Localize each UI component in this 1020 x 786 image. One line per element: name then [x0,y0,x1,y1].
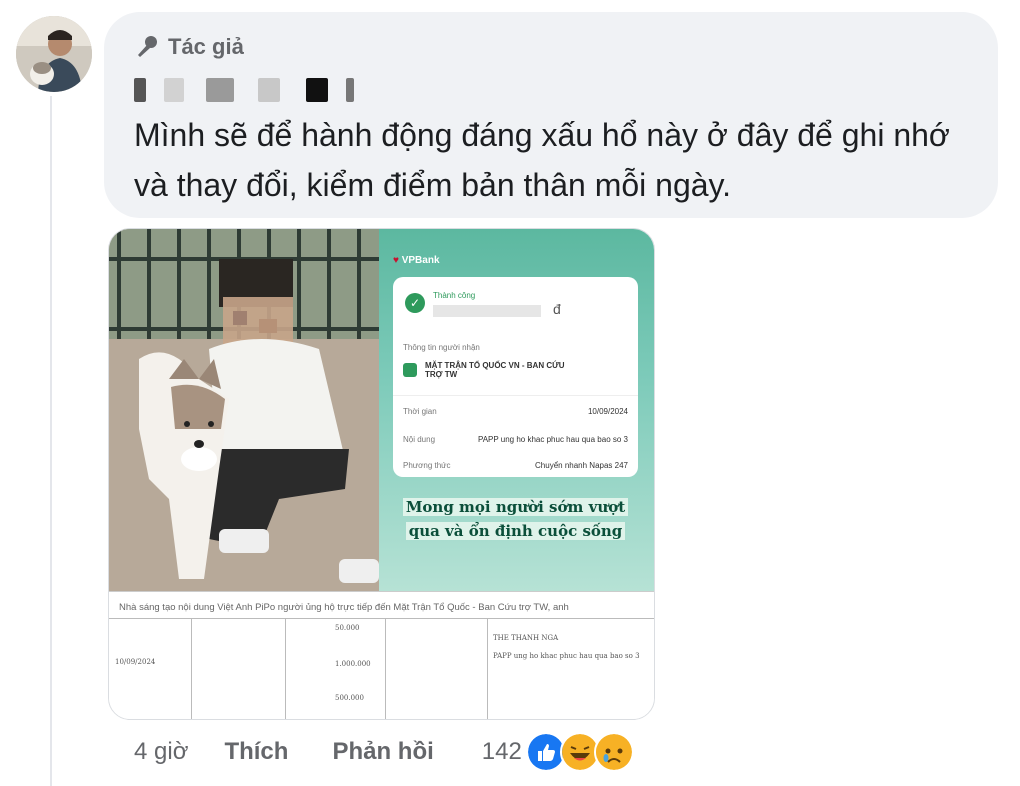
name-pixel [306,78,328,102]
reaction-count: 142 [481,738,522,765]
photo-illustration [109,229,379,591]
amount-blurred [433,305,541,317]
recipient-name: MẶT TRẬN TỔ QUỐC VN - BAN CỨU TRỢ TW [425,361,565,379]
table-cell: 1.000.000 [335,660,371,668]
table-cell: 500.000 [335,694,364,702]
name-pixel [164,78,184,102]
row-value: 10/09/2024 [587,407,628,416]
reactions-summary[interactable]: 142 [482,732,634,772]
table-rule [487,618,488,719]
table-cell: 10/09/2024 [115,658,156,666]
microphone-icon [138,36,157,57]
row-label: Nội dung [403,435,436,444]
success-check-icon: ✓ [405,293,425,313]
statement-table: Nhà sáng tạo nội dung Việt Anh PiPo ngườ… [109,591,654,719]
table-rule [385,618,386,719]
table-cell: PAPP ung ho khac phuc hau qua bao so 3 [493,652,640,660]
comment-text: Mình sẽ để hành động đáng xấu hổ này ở đ… [134,117,950,203]
bank-receipt-screenshot: ♥ VPBank ✓ Thành công đ Thông tin người … [379,229,654,591]
attached-image[interactable]: ♥ VPBank ✓ Thành công đ Thông tin người … [108,228,655,720]
name-pixel [346,78,354,102]
author-badge: Tác giả [134,34,244,60]
currency-symbol: đ [553,301,561,317]
thread-line [50,96,52,786]
table-rule [191,618,192,719]
avatar-image [16,16,92,92]
name-pixel [206,78,234,102]
table-cell: 50.000 [335,624,360,632]
divider [393,395,638,396]
author-avatar[interactable] [16,16,92,92]
comment-actions: 4 giờ Thích Phản hồi 142 [134,732,634,772]
overlay-caption: Mong mọi người sớm vượt qua và ổn định c… [393,495,638,543]
reply-button[interactable]: Phản hồi [332,738,433,766]
like-button[interactable]: Thích [224,738,288,766]
table-cell: THE THANH NGA [493,634,559,642]
row-label: Phương thức [403,461,451,470]
bank-name: VPBank [401,255,440,266]
status-label: Thành công [433,291,476,300]
comment-timestamp[interactable]: 4 giờ [134,738,188,766]
overlay-line-1: Mong mọi người sớm vượt [402,498,629,516]
name-pixel [258,78,280,102]
author-name-obscured[interactable] [134,72,374,106]
name-pixel [134,78,146,102]
photo-man-with-dog [109,229,379,591]
receipt-card: ✓ Thành công đ Thông tin người nhận MẶT … [393,277,638,477]
recipient-label: Thông tin người nhận [403,343,480,352]
bank-logo-heart-icon: ♥ [393,255,399,266]
table-rule [285,618,286,719]
row-value: PAPP ung ho khac phuc hau qua bao so 3 [477,435,628,444]
overlay-line-2: qua và ổn định cuộc sống [405,522,626,540]
author-badge-label: Tác giả [168,34,244,59]
sad-icon [593,732,634,772]
bank-logo: ♥ VPBank [393,255,440,266]
row-label: Thời gian [403,407,437,416]
comment-bubble: Tác giả Mình sẽ để hành động đáng xấu hổ… [104,12,998,218]
row-value: Chuyển nhanh Napas 247 [535,461,628,470]
recipient-shield-icon [403,363,417,377]
table-caption: Nhà sáng tạo nội dung Việt Anh PiPo ngườ… [119,602,569,613]
